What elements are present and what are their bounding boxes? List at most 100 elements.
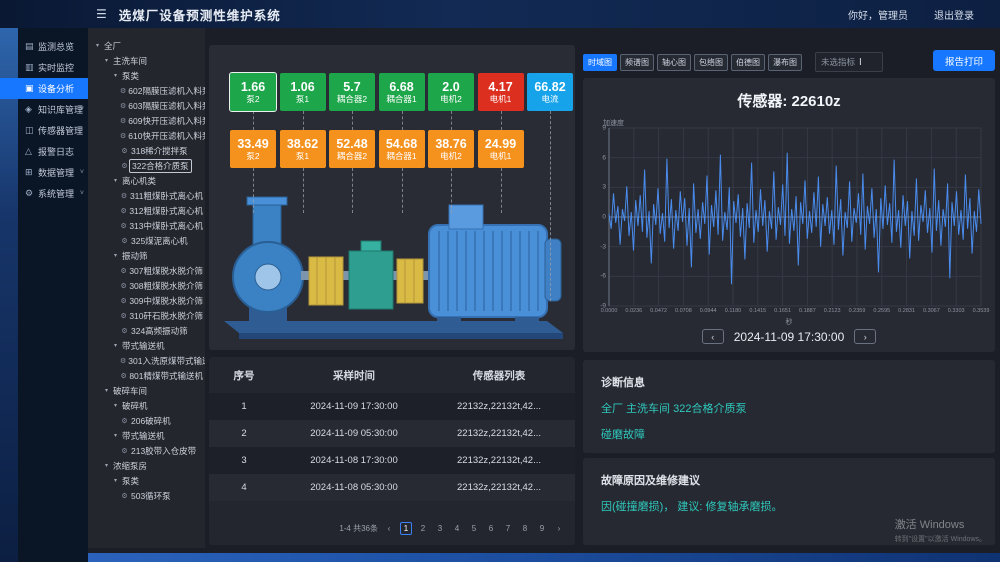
gauge-电机1-top[interactable]: 4.17电机1 xyxy=(478,73,524,111)
table-row[interactable]: 12024-11-09 17:30:0022132z,22132t,42... xyxy=(209,393,575,420)
gauge-connector-line xyxy=(402,168,403,213)
table-row[interactable]: 22024-11-09 05:30:0022132z,22132t,42... xyxy=(209,420,575,447)
tree-node[interactable]: ⚙610快开压滤机入料泵 xyxy=(88,128,205,143)
pagination-prev-button[interactable]: ‹ xyxy=(383,522,395,535)
tree-node[interactable]: ▾带式输送机 xyxy=(88,338,205,353)
tree-node[interactable]: ⚙801精煤带式输送机 xyxy=(88,368,205,383)
tree-node[interactable]: ⚙206破碎机 xyxy=(88,413,205,428)
gauge-label: 电机1 xyxy=(490,94,512,105)
tree-node[interactable]: ▾浓缩泵房 xyxy=(88,458,205,473)
gauge-泵2-top[interactable]: 1.66泵2 xyxy=(230,73,276,111)
tree-node[interactable]: ⚙602隔膜压滤机入料泵 xyxy=(88,83,205,98)
tree-node[interactable]: ⚙213胶带入仓皮带 xyxy=(88,443,205,458)
tree-node[interactable]: ▾主洗车间 xyxy=(88,53,205,68)
tree-expand-icon[interactable]: ▾ xyxy=(111,477,120,484)
pagination-page-1[interactable]: 1 xyxy=(400,522,412,535)
print-report-button[interactable]: 报告打印 xyxy=(933,50,995,71)
tree-expand-icon[interactable]: ▾ xyxy=(102,387,111,394)
sidebar-item-实时监控[interactable]: ▥实时监控 xyxy=(18,57,88,78)
tree-expand-icon[interactable]: ▾ xyxy=(111,342,120,349)
gauge-泵2-bottom[interactable]: 33.49泵2 xyxy=(230,130,276,168)
tree-expand-icon[interactable]: ▾ xyxy=(111,402,120,409)
tab-时域图[interactable]: 时域图 xyxy=(583,54,617,71)
next-sample-button[interactable]: › xyxy=(854,329,876,344)
tree-node[interactable]: ⚙307粗煤脱水脱介筛 xyxy=(88,263,205,278)
sidebar-item-设备分析[interactable]: ▣设备分析 xyxy=(0,78,88,99)
pagination-page-4[interactable]: 4 xyxy=(451,522,463,535)
tree-expand-icon[interactable]: ▾ xyxy=(111,432,120,439)
tree-node[interactable]: ⚙324高频振动筛 xyxy=(88,323,205,338)
sidebar-item-监测总览[interactable]: ▤监测总览 xyxy=(18,36,88,57)
tab-轴心图[interactable]: 轴心图 xyxy=(657,54,691,71)
tab-包络图[interactable]: 包络图 xyxy=(694,54,728,71)
tree-node[interactable]: ⚙301入洗原煤带式输送机 xyxy=(88,353,205,368)
user-greeting[interactable]: 你好，管理员 xyxy=(848,7,908,22)
tree-expand-icon[interactable]: ▾ xyxy=(111,177,120,184)
x-axis-tick: 0.1651 xyxy=(774,308,791,314)
tree-node[interactable]: ▾破碎车间 xyxy=(88,383,205,398)
gauge-电流-top[interactable]: 66.82电流 xyxy=(527,73,573,111)
tree-node[interactable]: ▾离心机类 xyxy=(88,173,205,188)
gauge-耦合器1-top[interactable]: 6.68耦合器1 xyxy=(379,73,425,111)
tree-node[interactable]: ⚙310矸石脱水脱介筛 xyxy=(88,308,205,323)
gauge-电机1-bottom[interactable]: 24.99电机1 xyxy=(478,130,524,168)
gauge-泵1-bottom[interactable]: 38.62泵1 xyxy=(280,130,326,168)
tree-node[interactable]: ▾振动筛 xyxy=(88,248,205,263)
tab-瀑布图[interactable]: 瀑布图 xyxy=(768,54,802,71)
sidebar-item-报警日志[interactable]: △报警日志 xyxy=(18,141,88,162)
equipment-gear-icon: ⚙ xyxy=(120,237,129,245)
tree-node[interactable]: ▾破碎机 xyxy=(88,398,205,413)
gauge-电机2-top[interactable]: 2.0电机2 xyxy=(428,73,474,111)
logout-link[interactable]: 退出登录 xyxy=(934,7,974,22)
tab-频谱图[interactable]: 频谱图 xyxy=(620,54,654,71)
pagination-page-3[interactable]: 3 xyxy=(434,522,446,535)
tree-expand-icon[interactable]: ▾ xyxy=(93,42,102,49)
tree-expand-icon[interactable]: ▾ xyxy=(102,57,111,64)
pagination-page-9[interactable]: 9 xyxy=(536,522,548,535)
pagination-page-2[interactable]: 2 xyxy=(417,522,429,535)
tree-node[interactable]: ⚙318稀介搅拌泵 xyxy=(88,143,205,158)
indicator-select-input[interactable]: 未选指标 I xyxy=(815,52,883,72)
tree-node[interactable]: ▾泵类 xyxy=(88,68,205,83)
hamburger-menu-icon[interactable]: ☰ xyxy=(96,7,107,21)
suggestion-content: 因(碰撞磨损)， 建议: 修复轴承磨损。 xyxy=(583,488,995,514)
tree-expand-icon[interactable]: ▾ xyxy=(102,462,111,469)
sidebar-item-系统管理[interactable]: ⚙系统管理˅ xyxy=(18,183,88,204)
gauge-电机2-bottom[interactable]: 38.76电机2 xyxy=(428,130,474,168)
tree-node[interactable]: ⚙308粗煤脱水脱介筛 xyxy=(88,278,205,293)
gauge-耦合器2-bottom[interactable]: 52.48耦合器2 xyxy=(329,130,375,168)
tree-node[interactable]: ⚙311粗煤卧式离心机 xyxy=(88,188,205,203)
prev-sample-button[interactable]: ‹ xyxy=(702,329,724,344)
tree-node[interactable]: ⚙313中煤卧式离心机 xyxy=(88,218,205,233)
pagination-page-8[interactable]: 8 xyxy=(519,522,531,535)
tree-node[interactable]: ⚙609快开压滤机入料泵 xyxy=(88,113,205,128)
chart-type-tabs: 时域图频谱图轴心图包络图伯德图瀑布图 xyxy=(583,54,805,71)
table-row[interactable]: 42024-11-08 05:30:0022132z,22132t,42... xyxy=(209,474,575,501)
gauge-泵1-top[interactable]: 1.06泵1 xyxy=(280,73,326,111)
pagination-page-7[interactable]: 7 xyxy=(502,522,514,535)
sidebar-item-传感器管理[interactable]: ◫传感器管理 xyxy=(18,120,88,141)
pagination-page-5[interactable]: 5 xyxy=(468,522,480,535)
tree-node[interactable]: ⚙325煤泥离心机 xyxy=(88,233,205,248)
tree-node[interactable]: ⚙503循环泵 xyxy=(88,488,205,503)
tree-node[interactable]: ⚙309中煤脱水脱介筛 xyxy=(88,293,205,308)
tree-node[interactable]: ▾全厂 xyxy=(88,38,205,53)
gauge-耦合器2-top[interactable]: 5.7耦合器2 xyxy=(329,73,375,111)
table-header-采样时间: 采样时间 xyxy=(279,368,429,383)
left-edge-decoration xyxy=(0,28,18,562)
tree-expand-icon[interactable]: ▾ xyxy=(111,252,120,259)
tree-node[interactable]: ⚙322合格介质泵 xyxy=(88,158,205,173)
pagination-next-button[interactable]: › xyxy=(553,522,565,535)
tree-node[interactable]: ▾带式输送机 xyxy=(88,428,205,443)
tree-node[interactable]: ▾泵类 xyxy=(88,473,205,488)
gauge-耦合器1-bottom[interactable]: 54.68耦合器1 xyxy=(379,130,425,168)
tab-伯德图[interactable]: 伯德图 xyxy=(731,54,765,71)
tree-node[interactable]: ⚙312粗煤卧式离心机 xyxy=(88,203,205,218)
tree-expand-icon[interactable]: ▾ xyxy=(111,72,120,79)
pagination-page-6[interactable]: 6 xyxy=(485,522,497,535)
sidebar-item-数据管理[interactable]: ⊞数据管理˅ xyxy=(18,162,88,183)
table-header-序号: 序号 xyxy=(209,368,279,383)
table-row[interactable]: 32024-11-08 17:30:0022132z,22132t,42... xyxy=(209,447,575,474)
sidebar-item-知识库管理[interactable]: ◈知识库管理˅ xyxy=(18,99,88,120)
tree-node[interactable]: ⚙603隔膜压滤机入料泵 xyxy=(88,98,205,113)
